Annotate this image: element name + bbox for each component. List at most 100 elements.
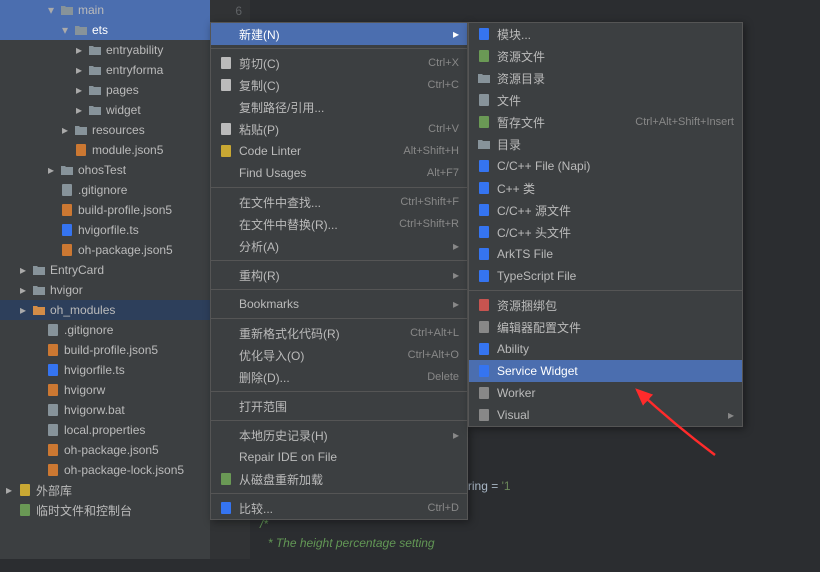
menu-item[interactable]: C/C++ 源文件 (469, 199, 742, 221)
tree-item[interactable]: ▸widget (0, 100, 210, 120)
menu-item[interactable]: 重构(R)▸ (211, 264, 467, 286)
menu-item[interactable]: 在文件中查找...Ctrl+Shift+F (211, 191, 467, 213)
tree-item[interactable]: ▸resources (0, 120, 210, 140)
menu-item[interactable]: Service Widget (469, 360, 742, 382)
json5-icon (60, 203, 74, 217)
file-icon (60, 183, 74, 197)
menu-item[interactable]: Find UsagesAlt+F7 (211, 162, 467, 184)
tree-item-label: oh_modules (50, 303, 115, 317)
menu-item[interactable]: 从磁盘重新加载 (211, 468, 467, 490)
tree-item[interactable]: oh-package-lock.json5 (0, 460, 210, 480)
menu-item[interactable]: 资源文件 (469, 45, 742, 67)
blank-icon (219, 399, 233, 413)
tree-item[interactable]: ▸oh_modules (0, 300, 210, 320)
blank-icon (219, 297, 233, 311)
tree-item[interactable]: ▸ohosTest (0, 160, 210, 180)
tree-item[interactable]: ▸EntryCard (0, 260, 210, 280)
tree-item[interactable]: build-profile.json5 (0, 200, 210, 220)
chevron-icon: ▾ (48, 3, 58, 17)
tree-item[interactable]: ▸hvigor (0, 280, 210, 300)
menu-separator (469, 290, 742, 291)
menu-item[interactable]: 打开范围 (211, 395, 467, 417)
tree-item[interactable]: hvigorw (0, 380, 210, 400)
tree-item-label: build-profile.json5 (64, 343, 158, 357)
menu-item[interactable]: Repair IDE on File (211, 446, 467, 468)
menu-item[interactable]: 新建(N)▸ (211, 23, 467, 45)
menu-item[interactable]: Bookmarks▸ (211, 293, 467, 315)
chevron-icon: ▸ (76, 43, 86, 57)
menu-item[interactable]: 粘贴(P)Ctrl+V (211, 118, 467, 140)
tree-item-label: oh-package.json5 (78, 243, 173, 257)
menu-item[interactable]: C/C++ File (Napi) (469, 155, 742, 177)
tree-item[interactable]: build-profile.json5 (0, 340, 210, 360)
tree-item[interactable]: hvigorw.bat (0, 400, 210, 420)
tree-item[interactable]: ▸pages (0, 80, 210, 100)
tree-item-label: oh-package.json5 (64, 443, 159, 457)
tree-item[interactable]: ▸entryability (0, 40, 210, 60)
tree-item[interactable]: oh-package.json5 (0, 240, 210, 260)
menu-item[interactable]: Worker (469, 382, 742, 404)
tree-item[interactable]: hvigorfile.ts (0, 220, 210, 240)
folder-icon (88, 83, 102, 97)
menu-item[interactable]: 优化导入(O)Ctrl+Alt+O (211, 344, 467, 366)
menu-item-label: 删除(D)... (239, 369, 427, 386)
menu-item[interactable]: C/C++ 头文件 (469, 221, 742, 243)
tree-item[interactable]: hvigorfile.ts (0, 360, 210, 380)
tree-item[interactable]: oh-package.json5 (0, 440, 210, 460)
menu-item[interactable]: 剪切(C)Ctrl+X (211, 52, 467, 74)
menu-item[interactable]: 重新格式化代码(R)Ctrl+Alt+L (211, 322, 467, 344)
new-submenu[interactable]: 模块...资源文件资源目录文件暂存文件Ctrl+Alt+Shift+Insert… (468, 22, 743, 427)
menu-item[interactable]: C++ 类 (469, 177, 742, 199)
menu-item-label: 重新格式化代码(R) (239, 325, 410, 342)
menu-item-label: Ability (497, 342, 734, 356)
menu-item[interactable]: Visual▸ (469, 404, 742, 426)
tree-item[interactable]: ▸ entryforma (0, 60, 210, 80)
menu-item[interactable]: 资源目录 (469, 67, 742, 89)
menu-item[interactable]: Ability (469, 338, 742, 360)
menu-item[interactable]: 暂存文件Ctrl+Alt+Shift+Insert (469, 111, 742, 133)
tree-item[interactable]: 临时文件和控制台 (0, 500, 210, 520)
menu-item[interactable]: 目录 (469, 133, 742, 155)
menu-item-label: C/C++ File (Napi) (497, 159, 734, 173)
chevron-icon: ▸ (76, 63, 86, 77)
blank-icon (219, 268, 233, 282)
menu-item-label: Service Widget (497, 364, 734, 378)
tree-item[interactable]: .gitignore (0, 320, 210, 340)
tree-item[interactable]: ▾main (0, 0, 210, 20)
menu-item[interactable]: 文件 (469, 89, 742, 111)
tree-item-label: entryforma (106, 63, 163, 77)
menu-item-label: Bookmarks (239, 297, 453, 311)
tree-item[interactable]: local.properties (0, 420, 210, 440)
menu-item[interactable]: 复制(C)Ctrl+C (211, 74, 467, 96)
menu-item[interactable]: 在文件中替换(R)...Ctrl+Shift+R (211, 213, 467, 235)
gear-icon (477, 320, 491, 334)
lib-icon (18, 483, 32, 497)
menu-item-label: 资源捆绑包 (497, 297, 734, 314)
menu-item[interactable]: 复制路径/引用... (211, 96, 467, 118)
tree-item[interactable]: ▸外部库 (0, 480, 210, 500)
tree-item[interactable]: module.json5 (0, 140, 210, 160)
menu-item[interactable]: 模块... (469, 23, 742, 45)
menu-item-label: 资源目录 (497, 70, 734, 87)
menu-item[interactable]: TypeScript File (469, 265, 742, 287)
tree-item[interactable]: ▾ets (0, 20, 210, 40)
menu-item[interactable]: 分析(A)▸ (211, 235, 467, 257)
context-menu[interactable]: 新建(N)▸ 剪切(C)Ctrl+X复制(C)Ctrl+C 复制路径/引用... 粘贴… (210, 22, 468, 520)
menu-shortcut: Ctrl+Shift+F (400, 196, 459, 208)
menu-item-label: 复制路径/引用... (239, 99, 459, 116)
menu-separator (211, 391, 467, 392)
menu-item[interactable]: 删除(D)...Delete (211, 366, 467, 388)
project-tree[interactable]: ▾main▾ets▸entryability▸entryforma▸pages▸… (0, 0, 210, 559)
submenu-arrow-icon: ▸ (453, 268, 459, 282)
menu-separator (211, 318, 467, 319)
tree-item-label: hvigor (50, 283, 83, 297)
tree-item-label: oh-package-lock.json5 (64, 463, 184, 477)
menu-item[interactable]: 本地历史记录(H)▸ (211, 424, 467, 446)
json5-icon (60, 243, 74, 257)
menu-item[interactable]: Code LinterAlt+Shift+H (211, 140, 467, 162)
tree-item[interactable]: .gitignore (0, 180, 210, 200)
menu-item[interactable]: 比较...Ctrl+D (211, 497, 467, 519)
menu-item[interactable]: ArkTS File (469, 243, 742, 265)
menu-item[interactable]: 资源捆绑包 (469, 294, 742, 316)
menu-item[interactable]: 编辑器配置文件 (469, 316, 742, 338)
